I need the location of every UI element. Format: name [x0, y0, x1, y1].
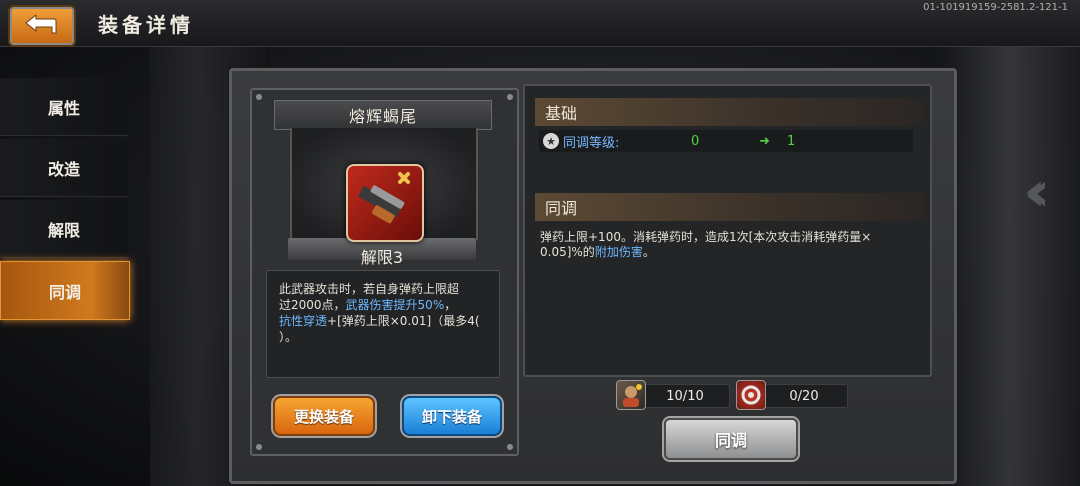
- unlock-level-label: 解限3: [360, 248, 404, 267]
- unequip-button[interactable]: 卸下装备: [402, 396, 502, 436]
- material-count-2: 0/20: [760, 384, 848, 408]
- sync-next-value: 1: [787, 133, 796, 149]
- nav-item-label: 解限: [47, 220, 80, 240]
- sync-desc-highlight: 附加伤害: [594, 245, 643, 259]
- weapon-gun-icon[interactable]: [346, 164, 424, 242]
- material-count-1: 10/10: [640, 384, 730, 408]
- sync-desc-text: 0.05]%的: [540, 245, 595, 259]
- sync-level-label: 同调等级:: [563, 135, 620, 151]
- rivet: [256, 94, 262, 100]
- version-label: 01-101919159-2581.2-121-1: [923, 2, 1068, 13]
- desc-text: 此武器攻击时，若自身弹药上限超: [279, 282, 460, 296]
- nav-item-label: 同调: [48, 282, 81, 302]
- back-arrow-icon: [25, 15, 57, 34]
- rivet: [507, 94, 513, 100]
- rivet: [256, 444, 262, 450]
- weapon-name: 熔辉蝎尾: [274, 100, 492, 130]
- nav-item-sync[interactable]: 同调: [0, 261, 130, 320]
- gun-icon: [358, 172, 410, 224]
- sync-button[interactable]: 同调: [664, 418, 798, 460]
- sync-desc-text: 。: [642, 245, 655, 259]
- desc-text: 过2000点，: [279, 298, 346, 312]
- nav-item-label: 属性: [47, 98, 80, 118]
- nav-item-attributes[interactable]: 属性: [0, 78, 128, 136]
- desc-text: ）。: [279, 330, 298, 344]
- star-icon: ★: [543, 133, 559, 149]
- sync-section-header: 同调: [535, 193, 925, 221]
- nav-item-unlock[interactable]: 解限: [0, 200, 128, 258]
- sync-desc-text: 弹药上限+100。消耗弹药时，造成1次[本次攻击消耗弹药量×: [540, 230, 872, 244]
- desc-text: ，: [444, 298, 457, 312]
- background-chevron-icon: ‹‹: [1023, 160, 1049, 223]
- desc-highlight: 抗性穿透: [279, 314, 328, 328]
- swap-equipment-button[interactable]: 更换装备: [273, 396, 375, 436]
- sync-description: 弹药上限+100。消耗弹药时，造成1次[本次攻击消耗弹药量× 0.05]%的附加…: [540, 230, 920, 260]
- header-bar: 装备详情 01-101919159-2581.2-121-1: [0, 0, 1080, 47]
- character-portrait-icon[interactable]: [616, 380, 646, 410]
- gear-glyph: [741, 385, 761, 405]
- sync-level-row: ★ 同调等级: 0 ➜ 1: [539, 130, 913, 152]
- nav-item-label: 改造: [47, 159, 80, 179]
- base-section-header: 基础: [535, 98, 925, 126]
- side-nav: 属性 改造 解限 同调: [0, 78, 140, 323]
- arrow-right-icon: ➜: [759, 133, 770, 149]
- weapon-description: 此武器攻击时，若自身弹药上限超 过2000点，武器伤害提升50%， 抗性穿透+[…: [266, 270, 500, 378]
- rivet: [507, 444, 513, 450]
- portrait-glyph: [623, 384, 642, 407]
- desc-text: +[弹药上限×0.01]（最多4(: [327, 314, 480, 328]
- nav-item-modify[interactable]: 改造: [0, 139, 128, 197]
- desc-highlight: 武器伤害提升50%: [345, 298, 445, 312]
- sync-current-value: 0: [691, 133, 700, 149]
- gear-token-icon[interactable]: [736, 380, 766, 410]
- background-door-right: [940, 40, 1080, 486]
- back-button[interactable]: [8, 5, 76, 47]
- page-title: 装备详情: [98, 13, 194, 37]
